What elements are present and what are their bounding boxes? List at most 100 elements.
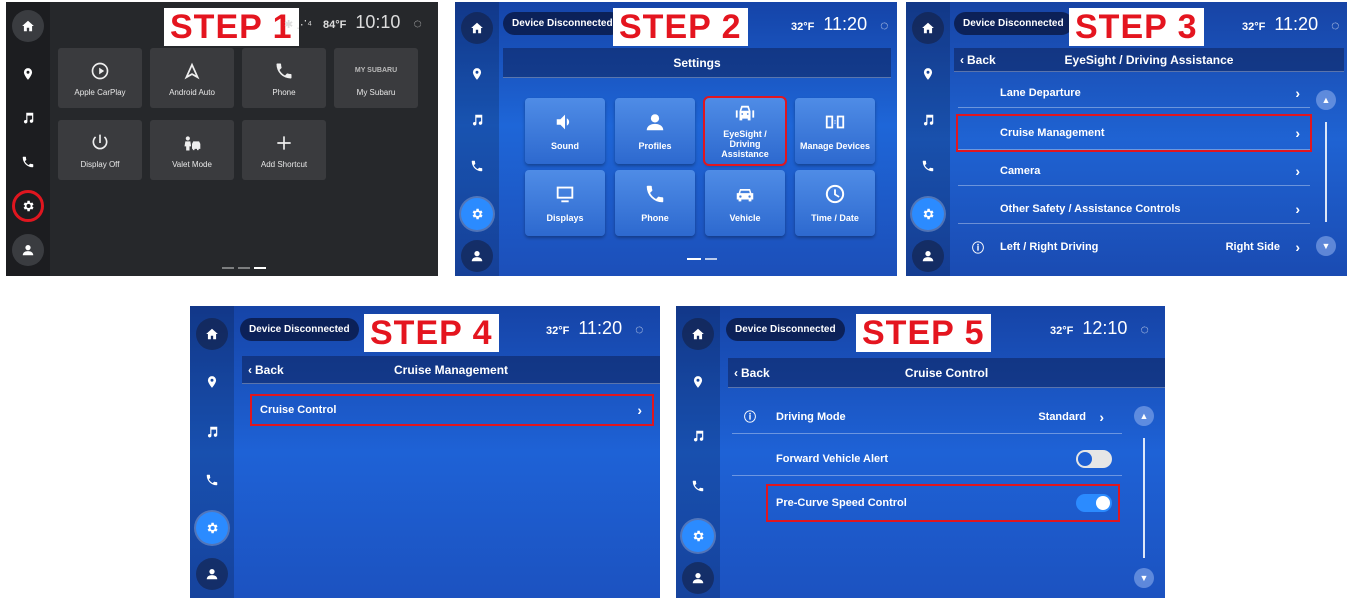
settings-button[interactable] — [12, 190, 44, 222]
phone-button[interactable] — [682, 470, 714, 502]
header-bar: ‹ Back EyeSight / Driving Assistance — [954, 48, 1344, 72]
info-icon[interactable]: ⓘ — [744, 408, 756, 425]
media-button[interactable] — [196, 416, 228, 448]
phone-button[interactable] — [461, 150, 493, 182]
voice-icon[interactable]: ◌ — [1140, 321, 1148, 337]
tile-phone[interactable]: Phone — [615, 170, 695, 236]
power-icon — [90, 133, 110, 153]
profile-button[interactable] — [682, 562, 714, 594]
scroll-up-button[interactable]: ▲ — [1316, 90, 1336, 110]
home-icon — [21, 19, 35, 33]
phone-button[interactable] — [196, 464, 228, 496]
chevron-right-icon: › — [1295, 162, 1300, 179]
car-icon — [734, 183, 756, 205]
home-button[interactable] — [12, 10, 44, 42]
voice-icon[interactable]: ◌ — [880, 17, 888, 33]
tile-profiles[interactable]: Profiles — [615, 98, 695, 164]
temperature: 32°F — [546, 325, 570, 337]
scrollbar[interactable] — [1325, 122, 1327, 222]
tile-displays[interactable]: Displays — [525, 170, 605, 236]
profile-button[interactable] — [12, 234, 44, 266]
media-button[interactable] — [682, 420, 714, 452]
voice-icon[interactable]: ◌ — [635, 321, 643, 337]
scroll-up-button[interactable]: ▲ — [1134, 406, 1154, 426]
phone-button[interactable] — [912, 150, 944, 182]
tile-android-auto[interactable]: Android Auto — [150, 48, 234, 108]
back-button[interactable]: ‹ Back — [960, 53, 996, 67]
display-icon — [554, 183, 576, 205]
home-button[interactable] — [461, 12, 493, 44]
sidebar — [906, 2, 950, 276]
back-button[interactable]: ‹ Back — [734, 366, 770, 380]
list-item-left-right-driving[interactable]: ⓘ Left / Right Driving Right Side › — [958, 232, 1310, 262]
tile-display-off[interactable]: Display Off — [58, 120, 142, 180]
tile-eyesight[interactable]: EyeSight / Driving Assistance — [703, 96, 787, 166]
back-button[interactable]: ‹ Back — [248, 363, 284, 377]
voice-icon[interactable]: ◌ — [413, 15, 421, 31]
list-item-camera[interactable]: Camera › — [958, 156, 1310, 186]
list-item-driving-mode[interactable]: ⓘ Driving Mode Standard › — [732, 400, 1122, 434]
chevron-down-icon: ▼ — [1139, 573, 1149, 583]
list-item-lane-departure[interactable]: Lane Departure › — [958, 78, 1310, 108]
settings-button[interactable] — [461, 198, 493, 230]
driving-side-value: Right Side — [1225, 241, 1280, 253]
navigation-button[interactable] — [682, 366, 714, 398]
list-item-other-safety[interactable]: Other Safety / Assistance Controls › — [958, 194, 1310, 224]
tile-manage-devices[interactable]: Manage Devices — [795, 98, 875, 164]
my-subaru-logo: MY SUBARU — [354, 67, 398, 74]
list-item-forward-vehicle-alert[interactable]: Forward Vehicle Alert — [732, 442, 1122, 476]
home-button[interactable] — [912, 12, 944, 44]
status-bar: 32°F 11:20 ◌ — [546, 318, 643, 339]
speaker-icon — [554, 111, 576, 133]
media-button[interactable] — [461, 104, 493, 136]
navigation-button[interactable] — [196, 366, 228, 398]
tile-add-shortcut[interactable]: Add Shortcut — [242, 120, 326, 180]
forward-vehicle-alert-toggle[interactable] — [1076, 450, 1112, 468]
driving-mode-value: Standard — [1038, 410, 1086, 423]
list-item-cruise-management[interactable]: Cruise Management › — [956, 114, 1312, 152]
profile-button[interactable] — [196, 558, 228, 590]
scroll-down-button[interactable]: ▼ — [1134, 568, 1154, 588]
phone-button[interactable] — [12, 146, 44, 178]
media-button[interactable] — [12, 102, 44, 134]
list-item-pre-curve-speed-control[interactable]: Pre-Curve Speed Control — [766, 484, 1120, 522]
chevron-up-icon: ▲ — [1139, 411, 1149, 421]
pre-curve-speed-control-toggle[interactable] — [1076, 494, 1112, 512]
tile-sound[interactable]: Sound — [525, 98, 605, 164]
navigation-button[interactable] — [12, 58, 44, 90]
scrollbar[interactable] — [1143, 438, 1145, 558]
page-dot-active — [687, 258, 701, 260]
navigation-button[interactable] — [912, 58, 944, 90]
tile-valet-mode[interactable]: Valet Mode — [150, 120, 234, 180]
sidebar — [190, 306, 234, 598]
home-button[interactable] — [196, 318, 228, 350]
music-icon — [691, 429, 705, 443]
page-dot — [222, 267, 234, 269]
scroll-down-button[interactable]: ▼ — [1316, 236, 1336, 256]
list-item-cruise-control[interactable]: Cruise Control › — [250, 394, 654, 426]
media-button[interactable] — [912, 104, 944, 136]
voice-icon[interactable]: ◌ — [1331, 17, 1339, 33]
tile-time-date[interactable]: Time / Date — [795, 170, 875, 236]
home-button[interactable] — [682, 318, 714, 350]
info-icon[interactable]: ⓘ — [972, 239, 984, 256]
step4-cruise-management-screen: Device Disconnected STEP 4 32°F 11:20 ◌ … — [190, 306, 660, 598]
tile-phone[interactable]: Phone — [242, 48, 326, 108]
toggle-knob — [1096, 496, 1110, 510]
home-icon — [205, 327, 219, 341]
tile-apple-carplay[interactable]: Apple CarPlay — [58, 48, 142, 108]
map-pin-icon — [470, 67, 484, 81]
tile-my-subaru[interactable]: MY SUBARU My Subaru — [334, 48, 418, 108]
chevron-right-icon: › — [1295, 84, 1300, 101]
settings-button[interactable] — [912, 198, 944, 230]
user-icon — [921, 249, 935, 263]
profile-button[interactable] — [461, 240, 493, 272]
page-title: Cruise Control — [904, 365, 989, 380]
settings-button[interactable] — [196, 512, 228, 544]
profile-button[interactable] — [912, 240, 944, 272]
tile-vehicle[interactable]: Vehicle — [705, 170, 785, 236]
status-bar: 32°F 11:20 ◌ — [791, 14, 888, 35]
clock-icon — [824, 183, 846, 205]
navigation-button[interactable] — [461, 58, 493, 90]
settings-button[interactable] — [682, 520, 714, 552]
